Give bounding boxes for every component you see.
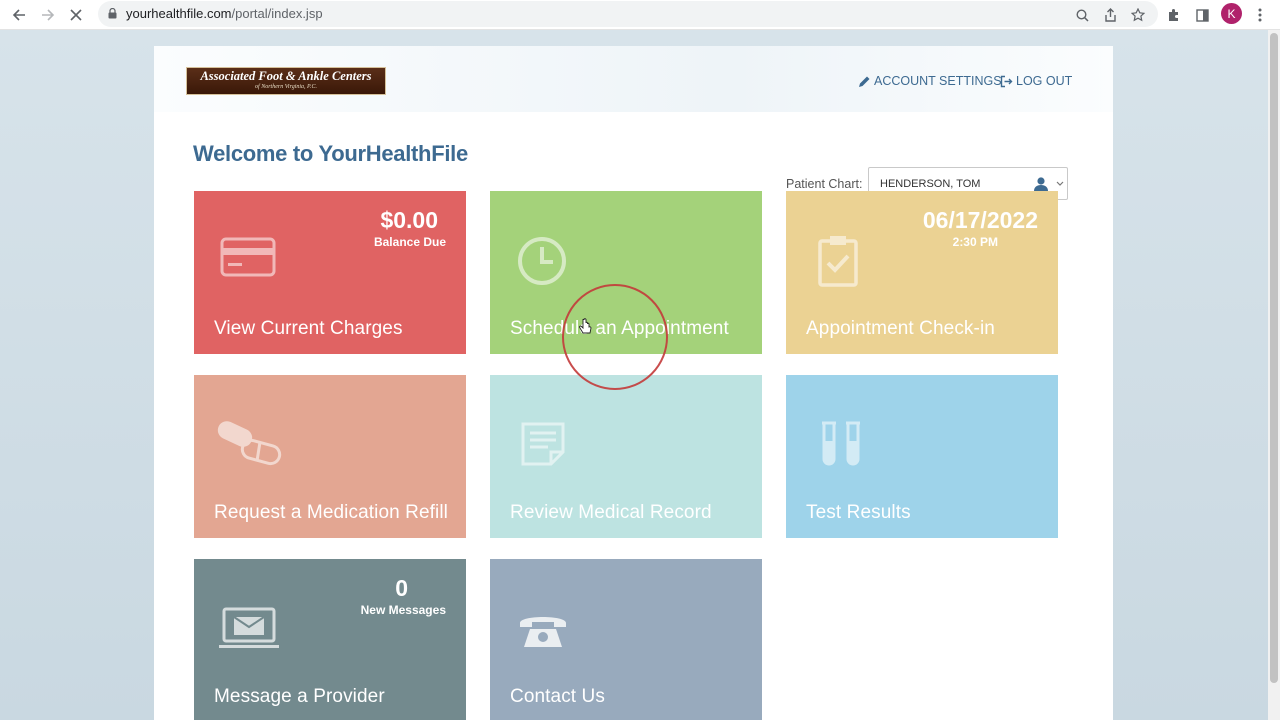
tile-medication-refill[interactable]: Request a Medication Refill xyxy=(194,375,466,538)
log-out-link[interactable]: LOG OUT xyxy=(1000,74,1072,88)
balance-amount: $0.00 xyxy=(380,207,438,233)
profile-avatar[interactable]: K xyxy=(1221,3,1242,24)
laptop-mail-icon xyxy=(219,607,279,648)
page-viewport: Associated Foot & Ankle Centers of North… xyxy=(0,30,1268,720)
scrollbar-thumb[interactable] xyxy=(1270,33,1278,683)
account-settings-link[interactable]: ACCOUNT SETTINGS xyxy=(858,74,1002,88)
zoom-icon[interactable] xyxy=(1072,5,1092,25)
tile-label: Test Results xyxy=(806,502,911,523)
chevron-down-icon xyxy=(1056,181,1064,186)
clock-icon xyxy=(518,237,566,285)
tile-message-provider[interactable]: 0 New Messages Message a Provider xyxy=(194,559,466,720)
credit-card-icon xyxy=(220,237,276,277)
pills-icon xyxy=(217,421,282,466)
balance-label: Balance Due xyxy=(373,235,446,249)
logo-main-text: Associated Foot & Ankle Centers xyxy=(200,69,372,83)
document-icon xyxy=(521,422,565,466)
page-scrollbar[interactable] xyxy=(1268,30,1280,720)
user-icon xyxy=(1034,177,1048,191)
logo-sub-text: of Northern Virginia, P.C. xyxy=(255,84,317,90)
patient-chart-label: Patient Chart: xyxy=(786,177,863,191)
side-panel-icon[interactable] xyxy=(1192,5,1212,25)
appointment-date: 06/17/2022 xyxy=(922,207,1038,233)
url-host: yourhealthfile.com xyxy=(126,6,232,21)
new-messages-label: New Messages xyxy=(360,603,446,617)
browser-toolbar: yourhealthfile.com/portal/index.jsp K xyxy=(0,0,1280,30)
back-icon[interactable] xyxy=(9,5,29,25)
portal-header: Associated Foot & Ankle Centers of North… xyxy=(154,46,1113,112)
tile-view-current-charges[interactable]: $0.00 Balance Due View Current Charges xyxy=(194,191,466,354)
sign-out-icon xyxy=(1000,75,1013,87)
new-messages-count: 0 xyxy=(395,575,408,601)
tile-contact-us[interactable]: Contact Us xyxy=(490,559,762,720)
clipboard-check-icon xyxy=(818,236,858,287)
telephone-icon xyxy=(520,617,566,647)
hand-cursor-icon xyxy=(579,318,592,334)
pencil-icon xyxy=(859,76,870,87)
address-bar[interactable]: yourhealthfile.com/portal/index.jsp xyxy=(98,1,1158,27)
url-path: /portal/index.jsp xyxy=(231,6,323,21)
extensions-icon[interactable] xyxy=(1164,5,1184,25)
tile-label: Appointment Check-in xyxy=(806,318,995,339)
stop-loading-icon[interactable] xyxy=(66,5,86,25)
appointment-time: 2:30 PM xyxy=(952,235,998,249)
lock-icon xyxy=(108,8,117,19)
tile-label: View Current Charges xyxy=(214,318,403,339)
forward-icon[interactable] xyxy=(38,5,58,25)
url-text: yourhealthfile.com/portal/index.jsp xyxy=(126,6,323,21)
tile-review-medical-record[interactable]: Review Medical Record xyxy=(490,375,762,538)
account-settings-label: ACCOUNT SETTINGS xyxy=(874,74,1002,88)
test-tubes-icon xyxy=(822,421,860,466)
tile-test-results[interactable]: Test Results xyxy=(786,375,1058,538)
share-icon[interactable] xyxy=(1100,5,1120,25)
tile-appointment-check-in[interactable]: 06/17/2022 2:30 PM Appointment Check-in xyxy=(786,191,1058,354)
log-out-label: LOG OUT xyxy=(1016,74,1073,88)
practice-logo[interactable]: Associated Foot & Ankle Centers of North… xyxy=(186,67,386,95)
page-title: Welcome to YourHealthFile xyxy=(193,141,468,166)
tile-label: Contact Us xyxy=(510,686,605,707)
tile-label: Message a Provider xyxy=(214,686,385,707)
click-highlight-circle xyxy=(562,284,668,390)
tile-label: Request a Medication Refill xyxy=(214,502,448,523)
tile-label: Review Medical Record xyxy=(510,502,712,523)
patient-chart-value: HENDERSON, TOM xyxy=(880,178,981,190)
bookmark-star-icon[interactable] xyxy=(1128,5,1148,25)
browser-menu-icon[interactable] xyxy=(1250,5,1270,25)
